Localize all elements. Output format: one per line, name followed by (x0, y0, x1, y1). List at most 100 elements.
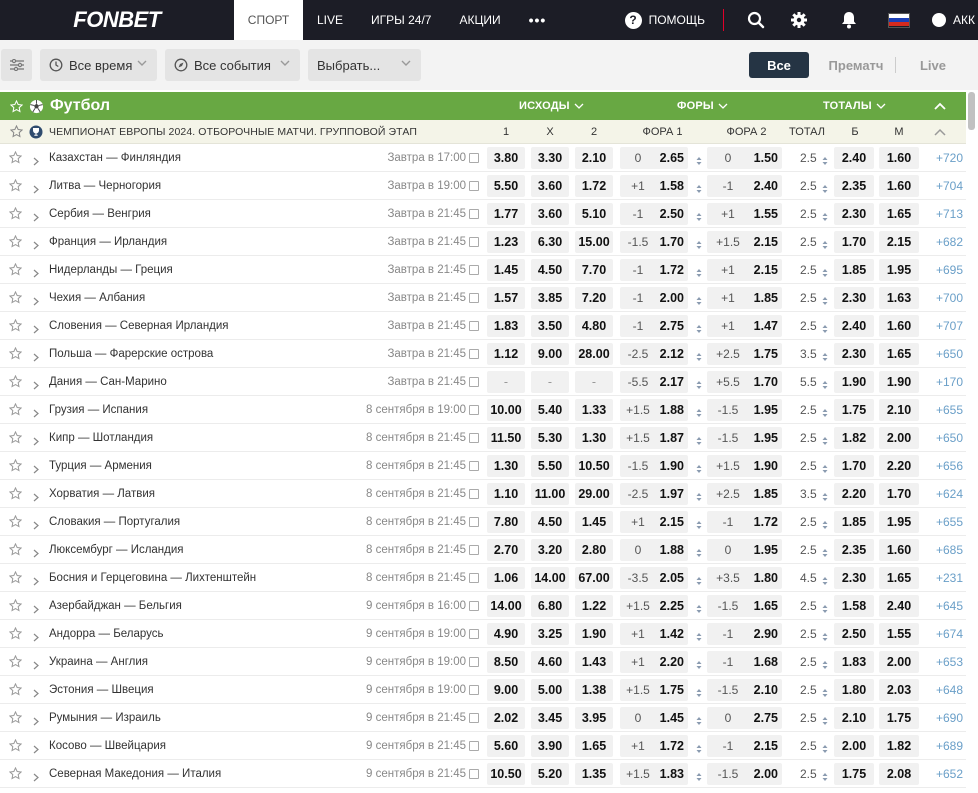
handicap-2-cell[interactable]: -1.5 1.95 (707, 427, 782, 449)
handicap-1-cell[interactable]: -1 2.50 (620, 203, 688, 225)
star-icon[interactable] (8, 178, 23, 197)
under-odds[interactable]: 1.60 (879, 147, 919, 169)
handicap-2-cell[interactable]: +1 1.55 (707, 203, 782, 225)
handicap-1-cell[interactable]: -3.5 2.05 (620, 567, 688, 589)
odds-1[interactable]: 10.50 (487, 763, 525, 785)
chevron-right-icon[interactable] (33, 517, 39, 535)
odds-2[interactable]: 15.00 (575, 231, 613, 253)
match-row[interactable]: Словения — Северная Ирландия Завтра в 21:… (0, 312, 966, 340)
star-icon[interactable] (8, 766, 23, 785)
handicap-1-cell[interactable]: +1 1.42 (620, 623, 688, 645)
stats-icon[interactable] (469, 489, 479, 499)
star-icon[interactable] (8, 430, 23, 449)
match-row[interactable]: Франция — Ирландия Завтра в 21:45 1.23 6.30… (0, 228, 966, 256)
more-markets-link[interactable]: +652 (928, 760, 966, 788)
match-row[interactable]: Эстония — Швеция 9 сентября в 19:00 9.00 5.… (0, 676, 966, 704)
handicap-2-cell[interactable]: +1.5 2.15 (707, 231, 782, 253)
odds-1[interactable]: 5.60 (487, 735, 525, 757)
odds-2[interactable]: 1.45 (575, 511, 613, 533)
handicap-2-cell[interactable]: -1 1.72 (707, 511, 782, 533)
star-icon[interactable] (8, 206, 23, 225)
chevron-right-icon[interactable] (33, 713, 39, 731)
stats-icon[interactable] (469, 377, 479, 387)
under-odds[interactable]: 1.70 (879, 483, 919, 505)
match-row[interactable]: Чехия — Албания Завтра в 21:45 1.57 3.85 7.2… (0, 284, 966, 312)
odds-1[interactable]: 1.57 (487, 287, 525, 309)
stats-icon[interactable] (469, 629, 479, 639)
odds-2[interactable]: 1.65 (575, 735, 613, 757)
chevron-right-icon[interactable] (33, 265, 39, 283)
match-row[interactable]: Словакия — Португалия 8 сентября в 21:45 7… (0, 508, 966, 536)
handicap-2-cell[interactable]: +2.5 1.85 (707, 483, 782, 505)
fonbet-logo[interactable]: FONBET (0, 0, 234, 40)
odds-1[interactable]: 1.77 (487, 203, 525, 225)
odds-2[interactable]: 1.90 (575, 623, 613, 645)
handicap-1-cell[interactable]: +1 2.15 (620, 511, 688, 533)
more-markets-link[interactable]: +713 (928, 200, 966, 228)
chevron-right-icon[interactable] (33, 321, 39, 339)
match-row[interactable]: Андорра — Беларусь 9 сентября в 19:00 4.90… (0, 620, 966, 648)
star-icon[interactable] (10, 125, 23, 138)
match-row[interactable]: Нидерланды — Греция Завтра в 21:45 1.45 4.5… (0, 256, 966, 284)
chevron-right-icon[interactable] (33, 181, 39, 199)
match-name[interactable]: Нидерланды — Греция (49, 256, 173, 284)
handicap-1-cell[interactable]: +1 1.58 (620, 175, 688, 197)
under-odds[interactable]: 2.08 (879, 763, 919, 785)
chevron-right-icon[interactable] (33, 349, 39, 367)
handicap-2-cell[interactable]: -1.5 1.65 (707, 595, 782, 617)
odds-x[interactable]: 4.50 (531, 511, 569, 533)
handicap-1-cell[interactable]: +1.5 1.75 (620, 679, 688, 701)
more-markets-link[interactable]: +655 (928, 508, 966, 536)
odds-2[interactable]: 29.00 (575, 483, 613, 505)
handicaps-header[interactable]: ФОРЫ (677, 92, 728, 120)
star-icon[interactable] (8, 402, 23, 421)
under-odds[interactable]: 2.00 (879, 427, 919, 449)
scrollbar[interactable] (968, 92, 976, 793)
stats-icon[interactable] (469, 657, 479, 667)
match-name[interactable]: Хорватия — Латвия (49, 480, 155, 508)
over-odds[interactable]: 1.75 (834, 763, 874, 785)
handicap-1-cell[interactable]: +1.5 1.87 (620, 427, 688, 449)
handicap-1-cell[interactable]: -1.5 1.90 (620, 455, 688, 477)
stats-icon[interactable] (469, 545, 479, 555)
stats-icon[interactable] (469, 461, 479, 471)
under-odds[interactable]: 2.20 (879, 455, 919, 477)
star-icon[interactable] (8, 290, 23, 309)
handicap-2-cell[interactable]: -1 2.15 (707, 735, 782, 757)
odds-x[interactable]: 6.30 (531, 231, 569, 253)
match-row[interactable]: Люксембург — Исландия 8 сентября в 21:45 2… (0, 536, 966, 564)
odds-x[interactable]: 4.60 (531, 651, 569, 673)
over-odds[interactable]: 2.35 (834, 539, 874, 561)
over-odds[interactable]: 2.30 (834, 287, 874, 309)
match-row[interactable]: Турция — Армения 8 сентября в 21:45 1.30 5.… (0, 452, 966, 480)
star-icon[interactable] (8, 598, 23, 617)
match-name[interactable]: Кипр — Шотландия (49, 424, 153, 452)
handicap-2-cell[interactable]: 0 2.75 (707, 707, 782, 729)
handicap-2-cell[interactable]: -1.5 1.95 (707, 399, 782, 421)
chevron-right-icon[interactable] (33, 405, 39, 423)
handicap-2-cell[interactable]: +3.5 1.80 (707, 567, 782, 589)
handicap-1-cell[interactable]: -2.5 1.97 (620, 483, 688, 505)
odds-1[interactable]: 2.02 (487, 707, 525, 729)
chevron-right-icon[interactable] (33, 377, 39, 395)
chevron-right-icon[interactable] (33, 209, 39, 227)
star-icon[interactable] (8, 738, 23, 757)
match-name[interactable]: Эстония — Швеция (49, 676, 154, 704)
odds-2[interactable]: 1.38 (575, 679, 613, 701)
match-row[interactable]: Румыния — Израиль 9 сентября в 21:45 2.02 3… (0, 704, 966, 732)
over-odds[interactable]: 1.70 (834, 231, 874, 253)
chevron-right-icon[interactable] (33, 545, 39, 563)
account-menu[interactable]: АКК (932, 13, 978, 27)
odds-x[interactable]: 3.45 (531, 707, 569, 729)
match-row[interactable]: Кипр — Шотландия 8 сентября в 21:45 11.50 5… (0, 424, 966, 452)
more-markets-link[interactable]: +656 (928, 452, 966, 480)
handicap-2-cell[interactable]: 0 1.95 (707, 539, 782, 561)
odds-x[interactable]: 5.50 (531, 455, 569, 477)
language-button[interactable] (874, 0, 924, 40)
over-odds[interactable]: 2.50 (834, 623, 874, 645)
star-icon[interactable] (8, 486, 23, 505)
match-name[interactable]: Босния и Герцеговина — Лихтенштейн (49, 564, 256, 592)
over-odds[interactable]: 1.82 (834, 427, 874, 449)
under-odds[interactable]: 1.60 (879, 175, 919, 197)
odds-x[interactable]: 3.60 (531, 203, 569, 225)
